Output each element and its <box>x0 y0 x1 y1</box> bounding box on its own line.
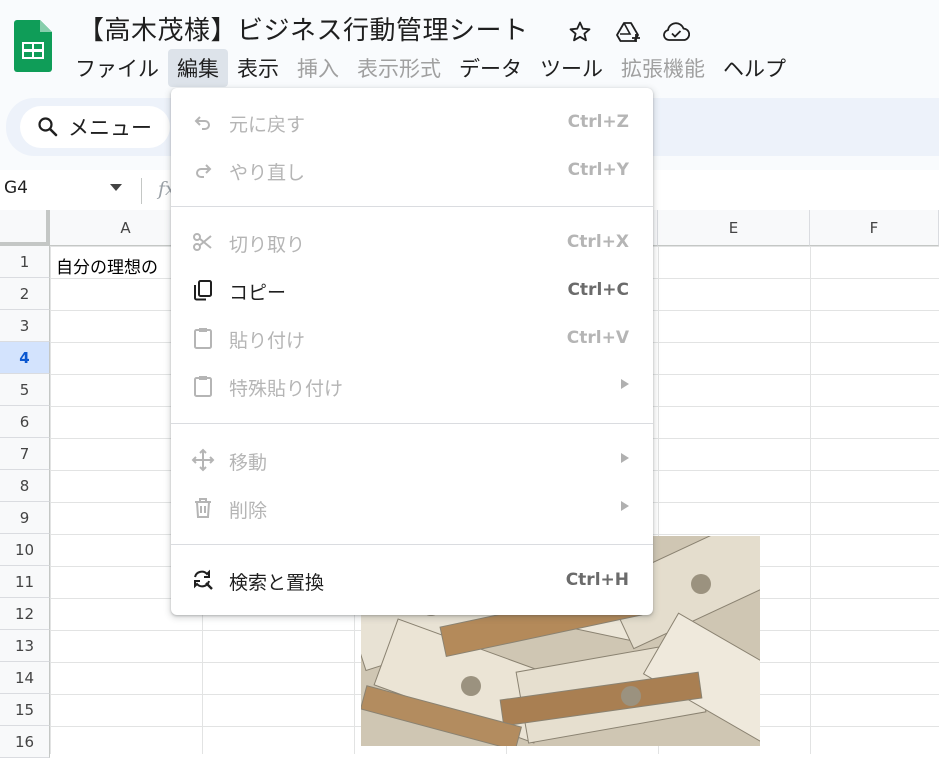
move-arrows-icon <box>191 448 215 472</box>
menu-divider <box>171 206 653 207</box>
menu-search-button[interactable]: メニュー <box>20 106 170 148</box>
row-header-11[interactable]: 11 <box>0 566 50 598</box>
menu-item-paste-special[interactable]: 特殊貼り付け <box>171 362 653 410</box>
row-header-13[interactable]: 13 <box>0 630 50 662</box>
row-header-15[interactable]: 15 <box>0 694 50 726</box>
menu-item-label: 貼り付け <box>229 330 306 352</box>
row-header-16[interactable]: 16 <box>0 726 50 758</box>
menu-item-label: 削除 <box>229 500 268 522</box>
redo-icon <box>191 158 215 182</box>
drive-move-icon[interactable] <box>616 20 640 44</box>
search-icon <box>36 115 60 139</box>
menu-insert[interactable]: 挿入 <box>288 49 348 87</box>
menu-item-shortcut: Ctrl+C <box>567 280 629 300</box>
copy-icon <box>191 278 215 302</box>
row-header-6[interactable]: 6 <box>0 406 50 438</box>
row-header-2[interactable]: 2 <box>0 278 50 310</box>
row-header-5[interactable]: 5 <box>0 374 50 406</box>
name-box[interactable]: G4 <box>4 178 28 198</box>
menu-view[interactable]: 表示 <box>228 49 288 87</box>
menu-divider <box>171 423 653 424</box>
menu-item-shortcut: Ctrl+X <box>566 232 629 252</box>
menu-item-delete[interactable]: 削除 <box>171 484 653 532</box>
menu-data[interactable]: データ <box>450 49 531 87</box>
row-header-3[interactable]: 3 <box>0 310 50 342</box>
menu-tools[interactable]: ツール <box>531 49 612 87</box>
menu-item-label: 元に戻す <box>229 114 306 136</box>
row-header-8[interactable]: 8 <box>0 470 50 502</box>
menu-item-undo[interactable]: 元に戻す Ctrl+Z <box>171 98 653 146</box>
menu-item-shortcut: Ctrl+V <box>566 328 629 348</box>
menu-divider <box>171 544 653 545</box>
menu-item-label: やり直し <box>229 162 306 184</box>
menu-format[interactable]: 表示形式 <box>348 49 450 87</box>
menu-item-redo[interactable]: やり直し Ctrl+Y <box>171 146 653 194</box>
undo-icon <box>191 110 215 134</box>
formula-bar-divider <box>141 178 142 204</box>
menu-item-paste[interactable]: 貼り付け Ctrl+V <box>171 314 653 362</box>
menu-item-label: コピー <box>229 282 287 304</box>
clipboard-icon <box>191 374 215 398</box>
menu-bar: ファイル 編集 表示 挿入 表示形式 データ ツール 拡張機能 ヘルプ <box>66 49 795 87</box>
menu-item-shortcut: Ctrl+Z <box>567 112 629 132</box>
menu-edit[interactable]: 編集 <box>168 49 228 87</box>
column-header-f[interactable]: F <box>810 210 939 246</box>
menu-item-shortcut: Ctrl+Y <box>567 160 629 180</box>
menu-item-label: 特殊貼り付け <box>229 378 344 400</box>
menu-file[interactable]: ファイル <box>66 49 168 87</box>
name-box-dropdown-icon[interactable] <box>110 184 122 191</box>
sheets-logo-icon[interactable] <box>14 20 52 72</box>
cloud-saved-icon[interactable] <box>662 20 691 44</box>
menu-search-label: メニュー <box>68 116 152 140</box>
submenu-arrow-icon <box>621 501 629 511</box>
column-header-e[interactable]: E <box>658 210 810 246</box>
menu-extensions[interactable]: 拡張機能 <box>612 49 714 87</box>
document-title[interactable]: 【高木茂様】ビジネス行動管理シート <box>78 10 529 47</box>
menu-item-label: 検索と置換 <box>229 572 325 594</box>
menu-item-cut[interactable]: 切り取り Ctrl+X <box>171 218 653 266</box>
column-divider <box>810 246 811 754</box>
row-header-9[interactable]: 9 <box>0 502 50 534</box>
menu-item-label: 移動 <box>229 452 268 474</box>
edit-menu-dropdown: 元に戻す Ctrl+Z やり直し Ctrl+Y 切り取り Ctrl+X コピー … <box>171 88 653 615</box>
menu-item-copy[interactable]: コピー Ctrl+C <box>171 266 653 314</box>
cell-a1[interactable]: 自分の理想の <box>56 253 158 278</box>
submenu-arrow-icon <box>621 453 629 463</box>
select-all-corner[interactable] <box>0 210 50 246</box>
menu-item-shortcut: Ctrl+H <box>565 570 629 590</box>
row-header-7[interactable]: 7 <box>0 438 50 470</box>
row-header-10[interactable]: 10 <box>0 534 50 566</box>
row-header-14[interactable]: 14 <box>0 662 50 694</box>
trash-icon <box>191 496 215 520</box>
scissors-icon <box>191 230 215 254</box>
find-replace-icon <box>191 568 215 592</box>
menu-item-label: 切り取り <box>229 234 306 256</box>
clipboard-icon <box>191 326 215 350</box>
star-icon[interactable] <box>568 20 592 44</box>
submenu-arrow-icon <box>621 379 629 389</box>
row-header-12[interactable]: 12 <box>0 598 50 630</box>
menu-help[interactable]: ヘルプ <box>714 49 795 87</box>
row-header-1[interactable]: 1 <box>0 246 50 278</box>
row-header-4[interactable]: 4 <box>0 342 50 374</box>
menu-item-find-replace[interactable]: 検索と置換 Ctrl+H <box>171 556 653 604</box>
menu-item-move[interactable]: 移動 <box>171 436 653 484</box>
